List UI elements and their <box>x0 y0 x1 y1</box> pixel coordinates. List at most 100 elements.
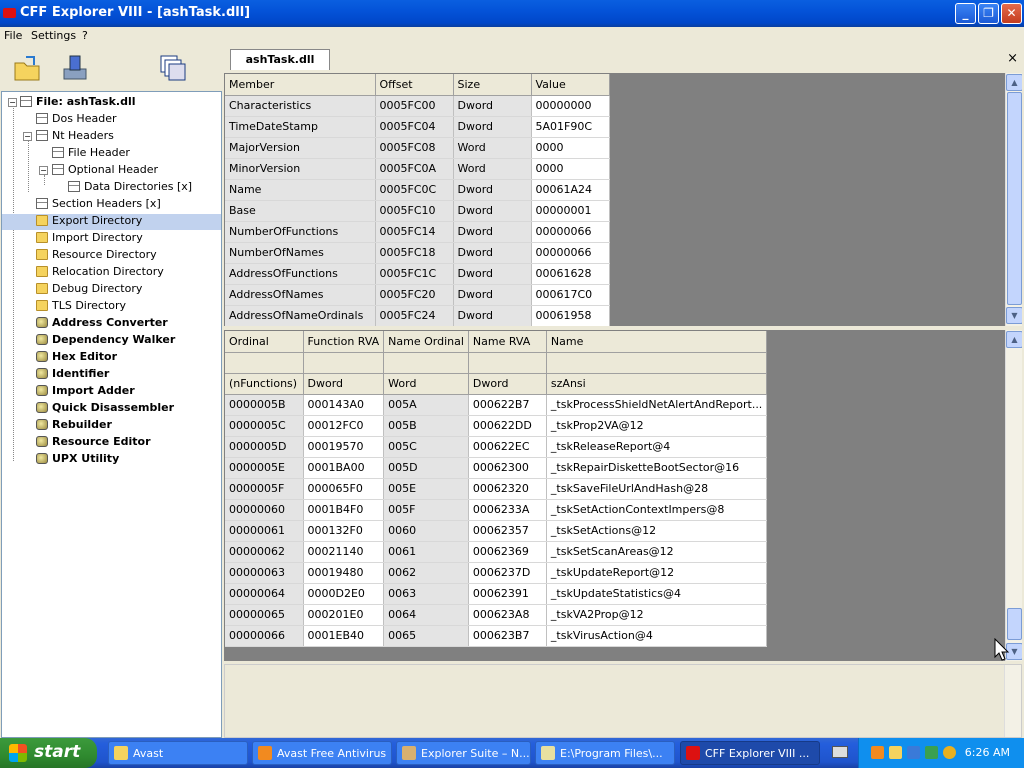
keyboard-icon[interactable] <box>832 746 848 758</box>
table-row[interactable]: MajorVersion 0005FC08 Word 0000 <box>225 137 610 159</box>
table-cell: Characteristics <box>225 95 376 117</box>
tree-item-quick-disassembler[interactable]: Quick Disassembler <box>36 401 174 417</box>
table-row[interactable]: NumberOfFunctions 0005FC14 Dword 00000066 <box>225 221 610 243</box>
tree-item-data-directories[interactable]: Data Directories [x] <box>68 180 192 196</box>
table-row[interactable]: 00000062 00021140 0061 00062369 _tskSetScanA… <box>225 541 768 563</box>
table-row[interactable]: 0000005D 00019570 005C 000622EC _tskReleaseR… <box>225 436 768 458</box>
column-header[interactable]: Name RVA <box>468 331 547 353</box>
tree-item-resource-editor[interactable]: Resource Editor <box>36 435 151 451</box>
vertical-scrollbar[interactable]: ▲ ▼ <box>1005 73 1022 326</box>
menu-help[interactable]: ? <box>82 29 88 42</box>
tree-item-tls-directory[interactable]: TLS Directory <box>36 299 126 315</box>
table-row[interactable]: 00000064 0000D2E0 0063 00062391 _tskUpdateSt… <box>225 583 768 605</box>
tree-item-dos-header[interactable]: Dos Header <box>36 112 116 128</box>
minimize-button[interactable]: _ <box>955 3 976 24</box>
scrollbar-thumb[interactable] <box>1007 92 1022 305</box>
shield-icon[interactable] <box>889 746 902 759</box>
tree-item-hex-editor[interactable]: Hex Editor <box>36 350 117 366</box>
table-row[interactable]: TimeDateStamp 0005FC04 Dword 5A01F90C <box>225 116 610 138</box>
taskbar-item-cff-explorer[interactable]: CFF Explorer VIII ... <box>680 741 820 765</box>
update-icon[interactable] <box>925 746 938 759</box>
table-row[interactable]: AddressOfNames 0005FC20 Dword 000617C0 <box>225 284 610 306</box>
collapse-toggle[interactable]: − <box>8 98 17 107</box>
column-header[interactable]: Offset <box>375 74 454 96</box>
tree-item-nt-headers[interactable]: Nt Headers <box>36 129 114 145</box>
tree-item-upx-utility[interactable]: UPX Utility <box>36 452 119 468</box>
tree-item-section-headers[interactable]: Section Headers [x] <box>36 197 161 213</box>
table-row[interactable]: 0000005C 00012FC0 005B 000622DD _tskProp2VA@… <box>225 415 768 437</box>
scroll-down-button[interactable]: ▼ <box>1006 307 1022 324</box>
tree-root[interactable]: File: ashTask.dll <box>20 95 136 111</box>
collapse-toggle[interactable]: − <box>39 166 48 175</box>
table-cell: 0000005C <box>225 415 304 437</box>
tree-item-address-converter[interactable]: Address Converter <box>36 316 168 332</box>
start-button[interactable]: start <box>0 738 97 768</box>
windows-icon[interactable] <box>158 53 188 83</box>
close-button[interactable]: ✕ <box>1001 3 1022 24</box>
tree-item-optional-header[interactable]: Optional Header <box>52 163 158 179</box>
table-row[interactable]: NumberOfNames 0005FC18 Dword 00000066 <box>225 242 610 264</box>
tree-item-file-header[interactable]: File Header <box>52 146 130 162</box>
table-row[interactable]: 00000066 0001EB40 0065 000623B7 _tskVirusAct… <box>225 625 768 647</box>
tree-item-import-directory[interactable]: Import Directory <box>36 231 143 247</box>
table-row[interactable]: Name 0005FC0C Dword 00061A24 <box>225 179 610 201</box>
tree-item-resource-directory[interactable]: Resource Directory <box>36 248 157 264</box>
scrollbar-thumb[interactable] <box>1007 608 1022 640</box>
taskbar-item-explorer-suite[interactable]: Explorer Suite – N... <box>396 741 531 765</box>
tree-item-identifier[interactable]: Identifier <box>36 367 109 383</box>
vertical-scrollbar[interactable]: ▲ ▼ <box>1005 330 1022 661</box>
search-icon[interactable] <box>943 746 956 759</box>
maximize-button[interactable]: ❐ <box>978 3 999 24</box>
column-header[interactable]: Member <box>225 74 376 96</box>
column-header[interactable]: Size <box>453 74 532 96</box>
tab-close-icon[interactable]: × <box>1007 51 1018 66</box>
table-row[interactable]: 00000060 0001B4F0 005F 0006233A _tskSetActio… <box>225 499 768 521</box>
menu-settings[interactable]: Settings <box>31 29 76 42</box>
column-header[interactable]: Function RVA <box>303 331 385 353</box>
table-row[interactable]: 00000061 000132F0 0060 00062357 _tskSetActio… <box>225 520 768 542</box>
column-header[interactable]: Ordinal <box>225 331 304 353</box>
collapse-toggle[interactable]: − <box>23 132 32 141</box>
table-row[interactable]: MinorVersion 0005FC0A Word 0000 <box>225 158 610 180</box>
type-header: (nFunctions) <box>225 373 304 395</box>
scroll-up-button[interactable]: ▲ <box>1006 74 1022 91</box>
header-cell <box>468 352 547 374</box>
column-header[interactable]: Value <box>531 74 610 96</box>
table-cell: 00000000 <box>531 95 610 117</box>
table-row[interactable]: 00000065 000201E0 0064 000623A8 _tskVA2Prop@… <box>225 604 768 626</box>
table-row[interactable]: Characteristics 0005FC00 Dword 00000000 <box>225 95 610 117</box>
tab-ashtask[interactable]: ashTask.dll <box>230 49 330 70</box>
tree-item-rebuilder[interactable]: Rebuilder <box>36 418 112 434</box>
tree-item-debug-directory[interactable]: Debug Directory <box>36 282 142 298</box>
folder-icon <box>36 232 48 243</box>
avast-tray-icon[interactable] <box>871 746 884 759</box>
column-header[interactable]: Name <box>546 331 768 353</box>
table-cell: 005C <box>383 436 469 458</box>
table-row[interactable]: Base 0005FC10 Dword 00000001 <box>225 200 610 222</box>
table-cell: 0005FC0A <box>375 158 454 180</box>
table-row[interactable]: AddressOfNameOrdinals 0005FC24 Dword 000619… <box>225 305 610 326</box>
table-row[interactable]: 0000005B 000143A0 005A 000622B7 _tskProcessS… <box>225 394 768 416</box>
header-cell <box>546 352 768 374</box>
table-cell: 00062369 <box>468 541 547 563</box>
taskbar-item-program-files[interactable]: E:\Program Files\... <box>535 741 675 765</box>
open-file-icon[interactable] <box>12 53 42 83</box>
table-row[interactable]: AddressOfFunctions 0005FC1C Dword 00061628 <box>225 263 610 285</box>
table-row[interactable]: 00000063 00019480 0062 0006237D _tskUpdateRe… <box>225 562 768 584</box>
scroll-up-button[interactable]: ▲ <box>1006 331 1022 348</box>
table-cell: 00000062 <box>225 541 304 563</box>
tree-view[interactable]: − − − File: ashTask.dll Dos Header Nt He… <box>1 91 222 738</box>
tree-item-relocation-directory[interactable]: Relocation Directory <box>36 265 164 281</box>
table-row[interactable]: 0000005E 0001BA00 005D 00062300 _tskRepairDi… <box>225 457 768 479</box>
tree-item-dependency-walker[interactable]: Dependency Walker <box>36 333 175 349</box>
vertical-scrollbar[interactable] <box>1004 665 1021 737</box>
tree-item-import-adder[interactable]: Import Adder <box>36 384 135 400</box>
menu-file[interactable]: File <box>4 29 22 42</box>
table-row[interactable]: 0000005F 000065F0 005E 00062320 _tskSaveFile… <box>225 478 768 500</box>
column-header[interactable]: Name Ordinal <box>383 331 469 353</box>
taskbar-item-avast-free-antivirus[interactable]: Avast Free Antivirus <box>252 741 392 765</box>
save-file-icon[interactable] <box>60 53 90 83</box>
tree-item-export-directory[interactable]: Export Directory <box>2 214 221 230</box>
network-icon[interactable] <box>907 746 920 759</box>
taskbar-item-avast[interactable]: Avast <box>108 741 248 765</box>
